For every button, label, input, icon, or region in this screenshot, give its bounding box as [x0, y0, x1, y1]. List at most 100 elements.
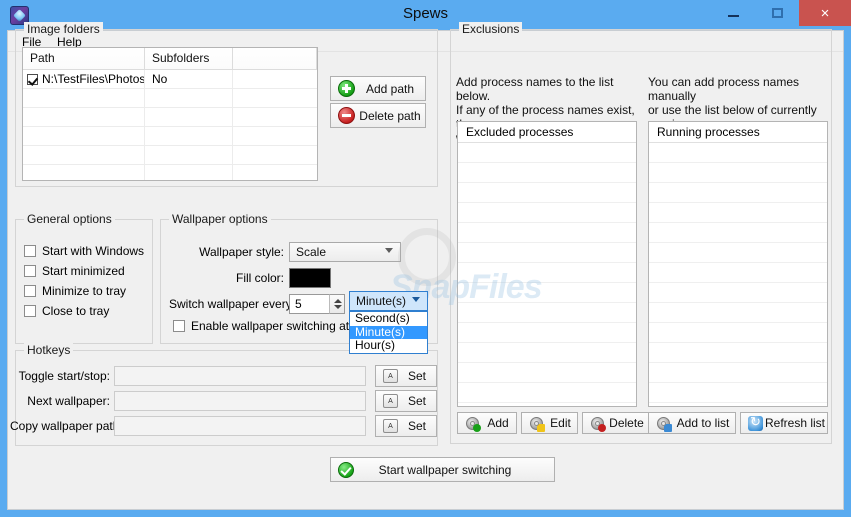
list-item[interactable] [649, 143, 827, 163]
option-hours[interactable]: Hour(s) [350, 338, 427, 353]
gear-delete-icon [590, 416, 606, 432]
title-bar: Spews × [0, 0, 851, 31]
column-header-path[interactable]: Path [23, 48, 145, 69]
delete-label: Delete [609, 416, 644, 430]
table-row-empty[interactable] [23, 108, 317, 127]
checkbox-box[interactable] [173, 320, 185, 332]
list-item[interactable] [649, 283, 827, 303]
table-row-empty[interactable] [23, 146, 317, 165]
option-seconds[interactable]: Second(s) [350, 311, 427, 326]
option-minutes[interactable]: Minute(s) [350, 325, 427, 339]
list-item[interactable] [458, 263, 636, 283]
minimize-button[interactable] [711, 0, 755, 26]
delete-process-button[interactable]: Delete [582, 412, 649, 434]
list-item[interactable] [458, 303, 636, 323]
application-window: Spews × File Help Image folders Path Sub… [0, 0, 851, 517]
running-processes-list[interactable]: Running processes [648, 121, 828, 407]
table-row-empty[interactable] [23, 165, 317, 180]
delete-path-button[interactable]: Delete path [330, 103, 426, 128]
list-item[interactable] [649, 223, 827, 243]
column-header-subfolders[interactable]: Subfolders [145, 48, 233, 69]
fill-color-label: Fill color: [235, 271, 284, 285]
empty-cell [233, 108, 317, 126]
add-to-list-button[interactable]: Add to list [648, 412, 736, 434]
row-path-cell[interactable]: N:\TestFiles\Photos [23, 70, 145, 88]
checkbox-box[interactable] [24, 265, 36, 277]
wallpaper-style-select[interactable]: Scale [289, 242, 401, 262]
stepper-down-icon[interactable] [334, 305, 342, 309]
list-item[interactable] [458, 223, 636, 243]
image-folders-listview[interactable]: Path Subfolders N:\TestFiles\Photos No [22, 47, 318, 181]
checkbox-label: Minimize to tray [42, 284, 127, 298]
empty-cell [23, 108, 145, 126]
hotkey-input-toggle[interactable] [114, 366, 366, 386]
list-item[interactable] [458, 183, 636, 203]
list-item[interactable] [458, 283, 636, 303]
list-item[interactable] [649, 183, 827, 203]
refresh-list-button[interactable]: Refresh list [740, 412, 828, 434]
checkbox-box[interactable] [24, 305, 36, 317]
row-blank-cell [233, 70, 317, 88]
wallpaper-style-label: Wallpaper style: [199, 245, 284, 259]
table-row-empty[interactable] [23, 127, 317, 146]
list-item[interactable] [649, 383, 827, 403]
excluded-processes-list[interactable]: Excluded processes [457, 121, 637, 407]
chevron-down-icon [412, 297, 420, 302]
list-item[interactable] [458, 343, 636, 363]
list-item[interactable] [458, 203, 636, 223]
add-process-button[interactable]: Add [457, 412, 517, 434]
general-options-label: General options [24, 212, 115, 226]
add-path-button[interactable]: Add path [330, 76, 426, 101]
table-row[interactable]: N:\TestFiles\Photos No [23, 70, 317, 89]
maximize-button[interactable] [755, 0, 799, 26]
row-subfolders-cell: No [145, 70, 233, 88]
switch-interval-stepper[interactable] [329, 294, 345, 314]
list-item[interactable] [649, 203, 827, 223]
hotkey-set-button-next[interactable]: A Set [375, 390, 437, 412]
excluded-processes-rows[interactable] [458, 143, 636, 406]
checkbox-close-to-tray[interactable]: Close to tray [24, 304, 109, 318]
close-button[interactable]: × [799, 0, 851, 26]
list-item[interactable] [458, 403, 636, 406]
column-header-blank[interactable] [233, 48, 317, 69]
switch-interval-unit-select[interactable]: Minute(s) [349, 291, 428, 311]
hotkey-set-button-copy[interactable]: A Set [375, 415, 437, 437]
fill-color-swatch[interactable] [289, 268, 331, 288]
empty-cell [23, 89, 145, 107]
checkbox-start-minimized[interactable]: Start minimized [24, 264, 125, 278]
running-processes-header: Running processes [649, 122, 827, 143]
list-item[interactable] [649, 263, 827, 283]
running-processes-rows[interactable] [649, 143, 827, 406]
list-item[interactable] [649, 163, 827, 183]
set-label: Set [407, 394, 426, 408]
switch-every-label: Switch wallpaper every: [169, 297, 296, 311]
list-item[interactable] [649, 243, 827, 263]
stepper-up-icon[interactable] [334, 299, 342, 303]
list-item[interactable] [649, 343, 827, 363]
list-item[interactable] [458, 143, 636, 163]
list-item[interactable] [458, 363, 636, 383]
row-checkbox[interactable] [27, 73, 38, 85]
list-item[interactable] [649, 403, 827, 406]
checkbox-box[interactable] [24, 285, 36, 297]
list-item[interactable] [458, 163, 636, 183]
hotkey-input-next[interactable] [114, 391, 366, 411]
checkbox-start-with-windows[interactable]: Start with Windows [24, 244, 144, 258]
listview-header: Path Subfolders [23, 48, 317, 70]
list-item[interactable] [458, 323, 636, 343]
hotkey-set-button-toggle[interactable]: A Set [375, 365, 437, 387]
list-item[interactable] [458, 243, 636, 263]
checkbox-label: Start with Windows [42, 244, 145, 258]
list-item[interactable] [649, 323, 827, 343]
list-item[interactable] [649, 363, 827, 383]
minus-circle-icon [338, 107, 355, 124]
checkbox-box[interactable] [24, 245, 36, 257]
hotkey-input-copy[interactable] [114, 416, 366, 436]
switch-interval-unit-options[interactable]: Second(s) Minute(s) Hour(s) [349, 311, 428, 354]
list-item[interactable] [458, 383, 636, 403]
checkbox-minimize-to-tray[interactable]: Minimize to tray [24, 284, 126, 298]
edit-process-button[interactable]: Edit [521, 412, 578, 434]
start-wallpaper-switching-button[interactable]: Start wallpaper switching [330, 457, 555, 482]
list-item[interactable] [649, 303, 827, 323]
table-row-empty[interactable] [23, 89, 317, 108]
